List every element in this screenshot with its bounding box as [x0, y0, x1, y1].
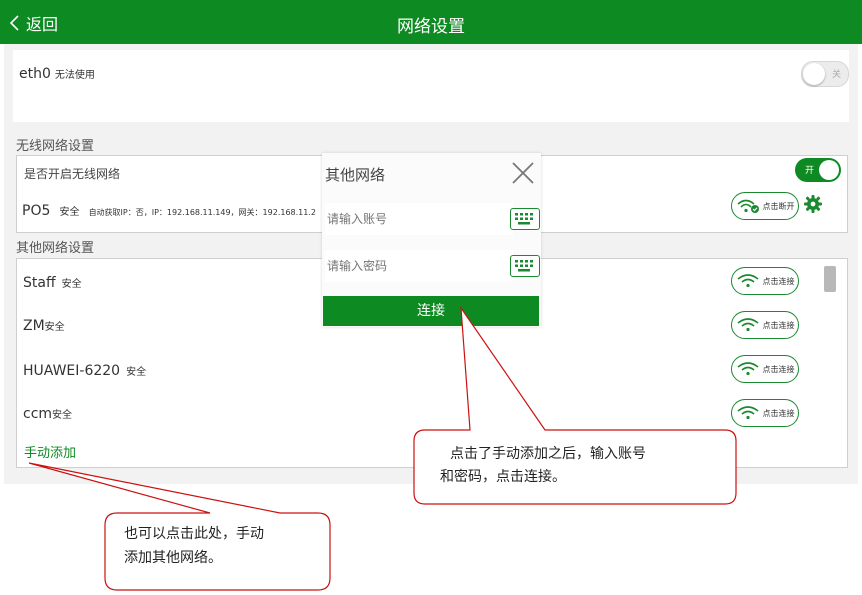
network-security: 安全: [44, 322, 65, 333]
eth-panel: [13, 50, 849, 122]
connect-label: 点击连接: [762, 408, 795, 418]
wireless-section-title: 无线网络设置: [16, 139, 95, 154]
wireless-toggle[interactable]: 开: [795, 158, 841, 182]
scrollbar-thumb[interactable]: [824, 266, 836, 292]
manual-callout-line2: 添加其他网络。: [124, 550, 222, 566]
password-input[interactable]: [325, 250, 513, 282]
toggle-knob: [819, 160, 839, 180]
manual-callout-line1: 也可以点击此处，手动: [124, 526, 264, 542]
keyboard-icon[interactable]: [510, 255, 540, 277]
close-icon[interactable]: [510, 160, 536, 186]
network-name: Staff: [23, 275, 56, 291]
connect-label: 点击连接: [762, 364, 795, 374]
list-item[interactable]: ZM安全: [23, 318, 65, 334]
connected-network-name: PO5: [22, 203, 51, 219]
eth-name: eth0: [19, 66, 51, 82]
network-security: 安全: [52, 410, 73, 421]
dialog-callout-line2: 和密码，点击连接。: [440, 469, 566, 485]
connected-network-security: 安全: [59, 207, 80, 218]
connect-network-button[interactable]: 点击连接: [731, 355, 799, 383]
wireless-enable-label: 是否开启无线网络: [24, 167, 121, 181]
network-security: 安全: [61, 279, 82, 290]
connect-network-button[interactable]: 点击连接: [731, 399, 799, 427]
eth-row: eth0 无法使用: [19, 66, 95, 82]
other-section-title: 其他网络设置: [16, 241, 95, 256]
connect-label: 点击连接: [762, 320, 795, 330]
disconnect-label: 点击断开: [762, 201, 795, 211]
wireless-toggle-label: 开: [805, 166, 815, 176]
page-title: 网络设置: [397, 17, 465, 37]
keyboard-icon[interactable]: [510, 208, 540, 230]
eth-status: 无法使用: [54, 70, 95, 81]
network-name: ccm: [23, 406, 53, 422]
dialog-title: 其他网络: [325, 166, 386, 184]
dialog-callout-line1: 点击了手动添加之后，输入账号: [450, 446, 646, 462]
list-item[interactable]: ccm安全: [23, 406, 72, 422]
wifi-icon: [737, 406, 758, 420]
wifi-icon: [737, 318, 758, 332]
gear-icon[interactable]: [803, 194, 823, 214]
wifi-icon: [737, 362, 758, 376]
list-item[interactable]: HUAWEI-6220 安全: [23, 363, 146, 379]
connect-network-button[interactable]: 点击连接: [731, 311, 799, 339]
connected-network-row: PO5 安全 自动获取IP：否，IP：192.168.11.149，网关：192…: [22, 200, 322, 219]
connected-network-details: 自动获取IP：否，IP：192.168.11.149，网关：192.168.11…: [88, 208, 316, 217]
toggle-knob: [803, 63, 825, 85]
network-name: ZM: [23, 318, 45, 334]
eth-toggle[interactable]: 关: [801, 61, 849, 87]
connect-button[interactable]: 连接: [323, 296, 539, 326]
connect-network-button[interactable]: 点击连接: [731, 267, 799, 295]
manual-add-link[interactable]: 手动添加: [24, 442, 76, 461]
network-name: HUAWEI-6220: [23, 363, 121, 379]
network-security: 安全: [126, 367, 147, 378]
connect-label: 点击连接: [762, 276, 795, 286]
disconnect-button[interactable]: 点击断开: [731, 192, 799, 220]
wifi-check-icon: [736, 199, 759, 213]
list-item[interactable]: Staff 安全: [23, 275, 82, 291]
account-input[interactable]: [325, 203, 513, 235]
wifi-icon: [737, 274, 758, 288]
eth-toggle-label: 关: [831, 70, 841, 80]
